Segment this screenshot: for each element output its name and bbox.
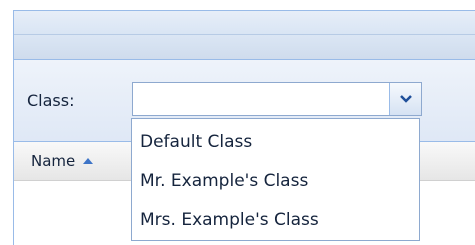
sort-ascending-icon bbox=[83, 158, 94, 164]
page: Class: Name Default Class Mr. Example's … bbox=[0, 0, 475, 245]
chevron-down-icon bbox=[399, 95, 412, 103]
dropdown-option-mrs-example-class[interactable]: Mrs. Example's Class bbox=[132, 201, 419, 240]
column-header-label: Name bbox=[31, 152, 76, 170]
column-header-name[interactable]: Name bbox=[14, 142, 94, 180]
combo-trigger-button[interactable] bbox=[389, 83, 421, 115]
panel-header bbox=[14, 11, 475, 35]
class-combobox[interactable] bbox=[132, 82, 422, 116]
class-label: Class: bbox=[27, 91, 75, 110]
class-combo-input[interactable] bbox=[133, 83, 387, 115]
dropdown-option-mr-example-class[interactable]: Mr. Example's Class bbox=[132, 162, 419, 201]
dropdown-option-default-class[interactable]: Default Class bbox=[132, 123, 419, 162]
class-dropdown-list: Default Class Mr. Example's Class Mrs. E… bbox=[131, 118, 420, 241]
panel-subheader bbox=[14, 35, 475, 60]
